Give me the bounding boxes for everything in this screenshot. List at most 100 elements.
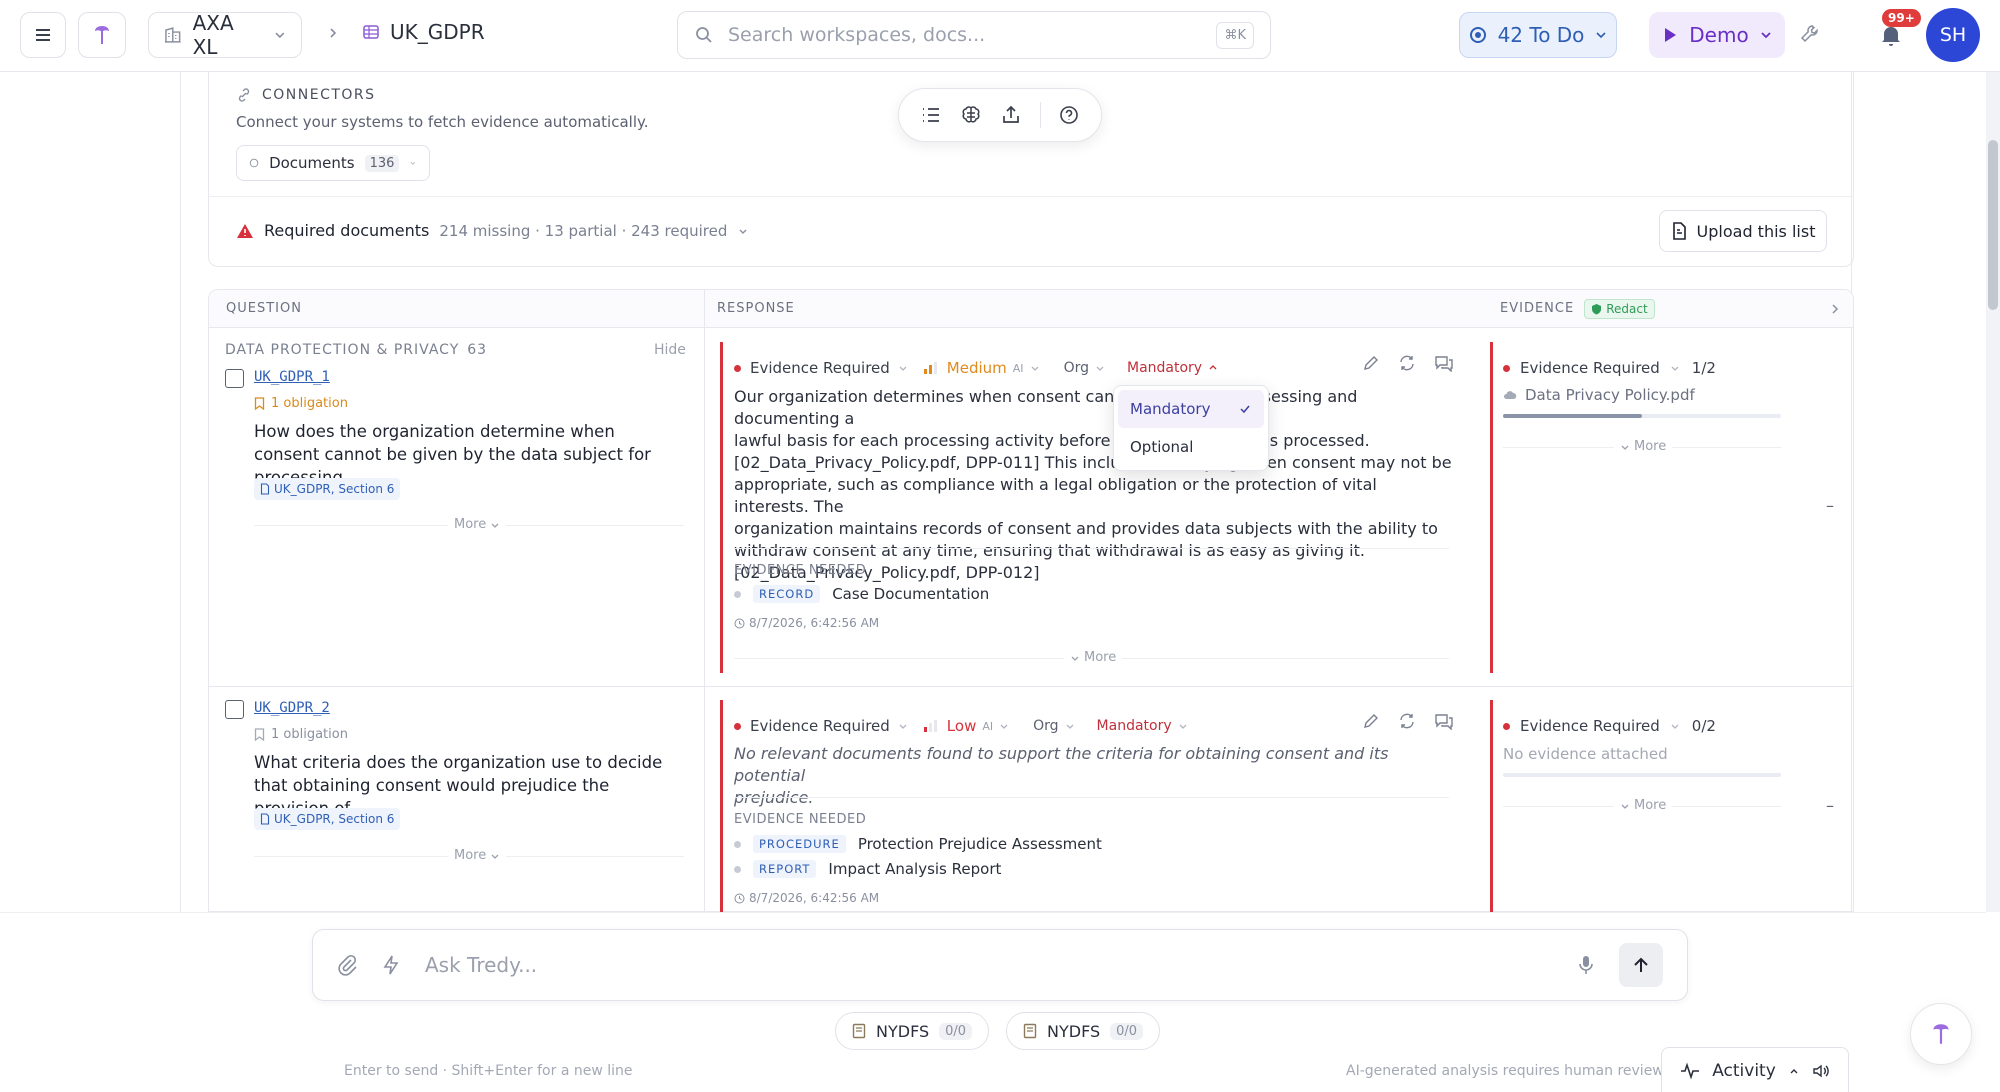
refresh-icon[interactable] [1398,712,1416,730]
mandatory-selector[interactable]: Mandatory [1097,718,1172,734]
scope-selector[interactable]: Org [1064,360,1089,376]
regulation-reference[interactable]: UK_GDPR, Section 6 [254,808,401,830]
send-button[interactable] [1619,943,1663,987]
response-text[interactable]: No relevant documents found to support t… [734,743,1456,809]
dropdown-option-mandatory[interactable]: Mandatory [1118,390,1264,428]
response-text[interactable]: Our organization determines when consent… [734,386,1456,584]
speaker-icon[interactable] [1812,1063,1830,1079]
framework-chip[interactable]: NYDFS 0/0 [835,1012,990,1050]
comment-icon[interactable] [1434,712,1454,730]
breadcrumb-document[interactable]: UK_GDPR [362,20,485,44]
evidence-status[interactable]: Evidence Required [1520,359,1660,377]
assistant-fab[interactable] [1910,1003,1972,1065]
chevron-right-icon[interactable] [1828,302,1842,316]
help-icon[interactable] [1058,104,1080,126]
evidence-column-header: EVIDENCE Redact [1488,290,1853,328]
bookmark-icon [254,397,265,410]
chevron-down-icon [491,854,499,859]
row-checkbox[interactable] [225,700,244,719]
scrollbar-thumb[interactable] [1988,140,1998,310]
response-more-toggle[interactable]: More [1064,650,1123,665]
menu-icon [36,29,50,41]
chevron-down-icon [1066,724,1074,729]
arrow-up-icon [1634,957,1648,972]
framework-label: NYDFS [876,1021,930,1041]
obligation-count[interactable]: 1 obligation [254,727,348,742]
table-icon [363,25,379,39]
demo-button[interactable]: Demo [1649,12,1785,58]
mandatory-selector[interactable]: Mandatory [1127,360,1202,376]
response-timestamp: 8/7/2026, 6:42:56 AM [734,891,879,905]
paperclip-icon[interactable] [337,954,357,976]
response-status[interactable]: Evidence Required [750,359,890,377]
menu-button[interactable] [20,12,66,58]
evidence-needed-item: RECORD Case Documentation [734,585,989,603]
divider [208,196,1854,197]
required-documents-meta: 214 missing · 13 partial · 243 required [439,221,728,240]
upload-list-button[interactable]: Upload this list [1659,210,1827,252]
edit-icon[interactable] [1362,712,1380,730]
bolt-icon[interactable] [381,954,401,976]
check-icon [1240,405,1250,414]
list-icon[interactable] [920,104,942,126]
question-more-toggle[interactable]: More [448,517,507,532]
settings-tool-button[interactable] [1798,22,1822,50]
evidence-more-toggle[interactable]: More [1614,798,1673,813]
chat-input[interactable]: Ask Tredy... [425,953,537,977]
documents-label: Documents [269,154,355,172]
home-logo-button[interactable] [78,12,126,58]
obligation-count[interactable]: 1 obligation [254,396,348,411]
column-divider [704,289,705,912]
dropdown-option-optional[interactable]: Optional [1118,428,1264,466]
obligation-label: 1 obligation [271,396,348,411]
todo-button[interactable]: 42 To Do [1459,12,1617,58]
redact-toggle[interactable]: Redact [1584,298,1655,319]
brain-icon[interactable] [959,103,983,127]
activity-panel-toggle[interactable]: Activity [1661,1047,1849,1092]
chevron-down-icon [899,366,907,371]
breadcrumb-separator [326,24,340,45]
documents-connector-chip[interactable]: Documents 136 [236,145,430,181]
status-dot [1503,722,1510,730]
question-more-toggle[interactable]: More [448,848,507,863]
framework-chip[interactable]: NYDFS 0/0 [1006,1012,1161,1050]
evidence-name: Protection Prejudice Assessment [857,835,1102,853]
org-switcher[interactable]: AXA XL [148,11,302,59]
chevron-down-icon [739,229,747,234]
evidence-status[interactable]: Evidence Required [1520,717,1660,735]
chevron-up-icon [1209,365,1217,370]
chat-input-box[interactable]: Ask Tredy... [312,929,1688,1001]
search-input[interactable]: Search workspaces, docs... [728,24,985,46]
section-hide-link[interactable]: Hide [654,342,686,358]
risk-level[interactable]: Medium [947,359,1007,377]
bullet [734,590,741,598]
chevron-down-icon [1671,366,1679,371]
share-icon[interactable] [1000,104,1022,126]
evidence-file[interactable]: Data Privacy Policy.pdf [1503,386,1695,404]
response-line: organization maintains records of consen… [734,519,1438,538]
row-checkbox[interactable] [225,369,244,388]
scope-selector[interactable]: Org [1033,718,1058,734]
regulation-reference[interactable]: UK_GDPR, Section 6 [254,478,401,500]
evidence-name: Impact Analysis Report [828,860,1002,878]
evidence-empty-note: No evidence attached [1503,745,1668,763]
evidence-more-toggle[interactable]: More [1614,439,1673,454]
user-avatar[interactable]: SH [1926,8,1980,62]
evidence-header: Evidence Required 1/2 [1503,359,1716,377]
response-header: Evidence Required Low AI Org Mandatory [734,717,1188,735]
response-status[interactable]: Evidence Required [750,717,890,735]
bullet [734,840,741,848]
chevron-up-icon [1790,1068,1798,1073]
refresh-icon[interactable] [1398,354,1416,372]
required-documents-toggle[interactable]: Required documents 214 missing · 13 part… [236,221,749,240]
ai-tag: AI [982,719,994,733]
risk-level[interactable]: Low [947,717,977,735]
question-id-link[interactable]: UK_GDPR_2 [254,700,330,716]
edit-icon[interactable] [1362,354,1380,372]
alert-icon [237,223,253,238]
comment-icon[interactable] [1434,354,1454,372]
more-label: More [1084,650,1117,665]
global-search[interactable]: Search workspaces, docs... ⌘K [677,11,1271,59]
question-id-link[interactable]: UK_GDPR_1 [254,369,330,385]
mic-icon[interactable] [1577,954,1595,976]
